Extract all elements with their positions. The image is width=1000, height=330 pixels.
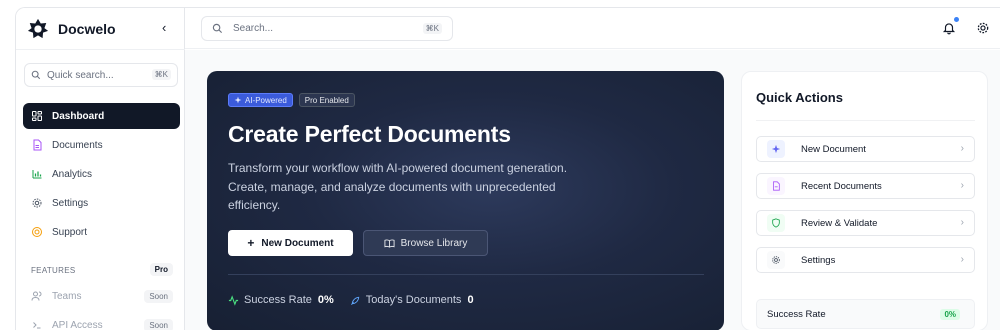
chevron-right-icon: › xyxy=(960,217,964,228)
quick-actions-title: Quick Actions xyxy=(756,90,843,105)
code-icon xyxy=(31,319,43,330)
bell-icon xyxy=(942,23,956,35)
success-rate-badge: 0% xyxy=(940,309,960,320)
sparkle-icon xyxy=(234,96,242,104)
sidebar-nav: Dashboard Documents Analytics Settings S… xyxy=(23,103,180,248)
brand-name: Docwelo xyxy=(58,21,116,37)
sidebar-item-label: Dashboard xyxy=(52,110,105,122)
chevron-right-icon: › xyxy=(960,143,964,154)
search-placeholder: Search... xyxy=(233,23,274,34)
brand[interactable]: Docwelo xyxy=(27,17,116,41)
browse-library-button[interactable]: Browse Library xyxy=(363,230,488,256)
quick-action-recent-documents[interactable]: Recent Documents › xyxy=(756,173,975,199)
analytics-icon xyxy=(31,168,43,180)
sidebar-item-support[interactable]: Support xyxy=(23,219,180,245)
quick-search-placeholder: Quick search... xyxy=(47,69,114,81)
settings-button[interactable] xyxy=(976,21,990,35)
dashboard-icon xyxy=(31,110,43,122)
app-window: Docwelo ‹ Quick search... ⌘K Dashboard D… xyxy=(15,7,1000,330)
quick-action-settings[interactable]: Settings › xyxy=(756,247,975,273)
chevron-right-icon: › xyxy=(960,180,964,191)
activity-icon xyxy=(228,294,239,306)
feature-item-api-access[interactable]: API Access Soon xyxy=(31,315,173,330)
sidebar-item-label: Support xyxy=(52,226,88,238)
sidebar-item-settings[interactable]: Settings xyxy=(23,190,180,216)
stat-value: 0% xyxy=(317,294,334,306)
sidebar-item-dashboard[interactable]: Dashboard xyxy=(23,103,180,129)
book-icon xyxy=(384,239,395,248)
stat-value: 0 xyxy=(467,294,474,306)
document-icon xyxy=(31,139,43,151)
new-document-button[interactable]: + New Document xyxy=(228,230,353,256)
quick-action-label: New Document xyxy=(801,143,866,155)
quick-action-review-validate[interactable]: Review & Validate › xyxy=(756,210,975,236)
stat-label: Success Rate xyxy=(244,294,312,306)
shortcut-badge: ⌘K xyxy=(422,23,442,34)
button-label: Browse Library xyxy=(400,237,468,249)
quick-action-label: Review & Validate xyxy=(801,217,878,229)
quick-action-label: Settings xyxy=(801,254,836,266)
collapse-sidebar-icon[interactable]: ‹ xyxy=(162,20,166,35)
soon-badge: Soon xyxy=(144,289,173,303)
badge-label: AI-Powered xyxy=(245,95,287,105)
gear-icon xyxy=(31,197,43,209)
soon-badge: Soon xyxy=(144,318,173,330)
notification-dot xyxy=(954,17,959,22)
feature-item-label: Teams xyxy=(52,290,82,302)
stat-label: Today's Documents xyxy=(365,294,462,306)
logo-icon xyxy=(27,18,49,39)
search-icon xyxy=(212,23,223,34)
support-icon xyxy=(31,226,43,238)
shield-icon xyxy=(767,214,785,232)
rocket-icon xyxy=(350,295,361,306)
sidebar-item-label: Documents xyxy=(52,139,103,151)
sidebar: Docwelo ‹ Quick search... ⌘K Dashboard D… xyxy=(16,8,185,330)
sidebar-item-analytics[interactable]: Analytics xyxy=(23,161,180,187)
sidebar-item-documents[interactable]: Documents xyxy=(23,132,180,158)
quick-search-input[interactable]: Quick search... ⌘K xyxy=(24,63,178,87)
file-icon xyxy=(767,177,785,195)
shortcut-badge: ⌘K xyxy=(151,69,171,80)
sparkle-icon xyxy=(767,140,785,158)
divider xyxy=(16,49,185,50)
sidebar-item-label: Settings xyxy=(52,197,89,209)
quick-action-label: Recent Documents xyxy=(801,180,882,192)
divider xyxy=(756,120,975,121)
features-heading: FEATURES Pro xyxy=(31,263,173,276)
feature-item-teams[interactable]: Teams Soon xyxy=(31,286,173,306)
users-icon xyxy=(31,290,43,302)
hero-card: AI-Powered Pro Enabled Create Perfect Do… xyxy=(207,71,724,330)
pro-badge: Pro xyxy=(149,263,173,276)
chevron-right-icon: › xyxy=(960,254,964,265)
ai-powered-badge: AI-Powered xyxy=(228,93,293,107)
divider xyxy=(228,274,704,275)
hero-badges: AI-Powered Pro Enabled xyxy=(228,93,355,107)
hero-description: Transform your workflow with AI-powered … xyxy=(228,161,568,212)
search-icon xyxy=(31,70,41,80)
features-heading-label: FEATURES xyxy=(31,266,76,275)
notifications-button[interactable] xyxy=(942,17,959,35)
search-input[interactable]: Search... ⌘K xyxy=(201,16,453,41)
button-label: New Document xyxy=(261,237,334,249)
success-rate-row: Success Rate 0% xyxy=(756,299,975,329)
quick-actions-panel: Quick Actions New Document › Recent Docu… xyxy=(741,71,988,330)
gear-icon xyxy=(767,251,785,269)
top-bar: Search... ⌘K xyxy=(185,8,1000,49)
gear-icon xyxy=(977,22,989,34)
feature-item-label: API Access xyxy=(52,319,103,330)
hero-stats: Success Rate 0% Today's Documents 0 xyxy=(228,294,474,306)
plus-icon: + xyxy=(247,236,255,250)
hero-title: Create Perfect Documents xyxy=(228,121,511,147)
quick-action-new-document[interactable]: New Document › xyxy=(756,136,975,162)
success-rate-label: Success Rate xyxy=(767,308,826,320)
pro-enabled-badge: Pro Enabled xyxy=(298,93,355,107)
sidebar-item-label: Analytics xyxy=(52,168,93,180)
